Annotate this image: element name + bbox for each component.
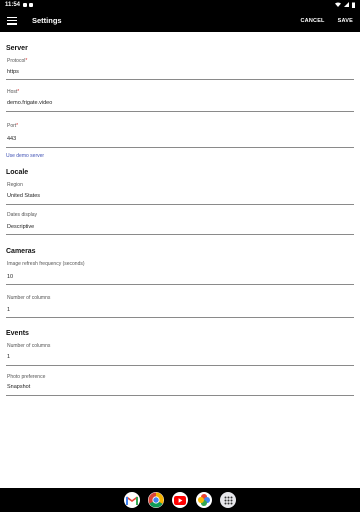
host-value: demo.frigate.video: [7, 100, 53, 106]
region-value: United States: [7, 193, 41, 199]
event-columns-value: 1: [7, 354, 11, 360]
gmail-icon[interactable]: [124, 492, 140, 508]
dates-display-label: Dates display: [7, 212, 38, 218]
photo-preference-label: Photo preference: [7, 374, 46, 380]
taskbar: [0, 488, 360, 512]
page-title: Settings: [32, 16, 62, 25]
refresh-frequency-value: 10: [7, 274, 14, 280]
section-title-events: Events: [6, 330, 29, 337]
refresh-frequency-label: Image refresh frequency (seconds): [7, 261, 85, 267]
app-bar: Settings CANCEL SAVE: [0, 9, 360, 32]
protocol-label: Protocol*: [7, 58, 28, 64]
event-columns-field[interactable]: [5, 341, 355, 366]
protocol-value: https: [7, 69, 19, 75]
dates-display-underline: [6, 234, 354, 235]
photo-preference-select[interactable]: [5, 372, 355, 397]
battery-icon: [352, 2, 355, 8]
refresh-frequency-underline: [6, 284, 354, 285]
section-title-locale: Locale: [6, 169, 29, 176]
menu-icon[interactable]: [7, 16, 17, 25]
dates-display-select[interactable]: [5, 210, 355, 235]
chrome-icon[interactable]: [148, 492, 164, 508]
protocol-field[interactable]: [5, 56, 355, 80]
event-columns-underline: [6, 365, 354, 366]
signal-icon: [344, 2, 349, 7]
photo-preference-value: Snapshot: [7, 384, 31, 390]
camera-columns-field[interactable]: [5, 293, 355, 318]
use-demo-server-link[interactable]: Use demo server: [6, 153, 44, 159]
region-underline: [6, 204, 354, 205]
photo-preference-underline: [6, 395, 354, 396]
port-field[interactable]: [5, 120, 355, 147]
section-title-cameras: Cameras: [6, 248, 36, 255]
protocol-underline: [6, 79, 354, 80]
cancel-button[interactable]: CANCEL: [301, 18, 325, 24]
camera-columns-value: 1: [7, 307, 11, 313]
youtube-icon[interactable]: [172, 492, 188, 508]
region-label: Region: [7, 182, 23, 188]
wifi-icon: [335, 2, 341, 7]
notification-icon: [23, 2, 28, 7]
dates-display-value: Descriptive: [7, 224, 35, 230]
event-columns-label: Number of columns: [7, 343, 51, 349]
region-select[interactable]: [5, 180, 355, 205]
host-label: Host*: [7, 89, 20, 95]
save-button[interactable]: SAVE: [338, 18, 353, 24]
notification-icon: [29, 2, 34, 7]
status-time: 11:54: [5, 1, 21, 8]
host-underline: [6, 111, 354, 112]
host-field[interactable]: [5, 87, 355, 112]
port-value: 443: [7, 136, 17, 142]
port-underline: [6, 147, 354, 148]
status-bar: 11:54: [0, 0, 360, 9]
photos-icon[interactable]: [196, 492, 212, 508]
camera-columns-label: Number of columns: [7, 295, 51, 301]
settings-form: Server Protocol* https Host* demo.frigat…: [0, 32, 360, 488]
port-label: Port*: [7, 123, 19, 129]
app-drawer-icon[interactable]: [220, 492, 236, 508]
section-title-server: Server: [6, 45, 28, 52]
camera-columns-underline: [6, 317, 354, 318]
